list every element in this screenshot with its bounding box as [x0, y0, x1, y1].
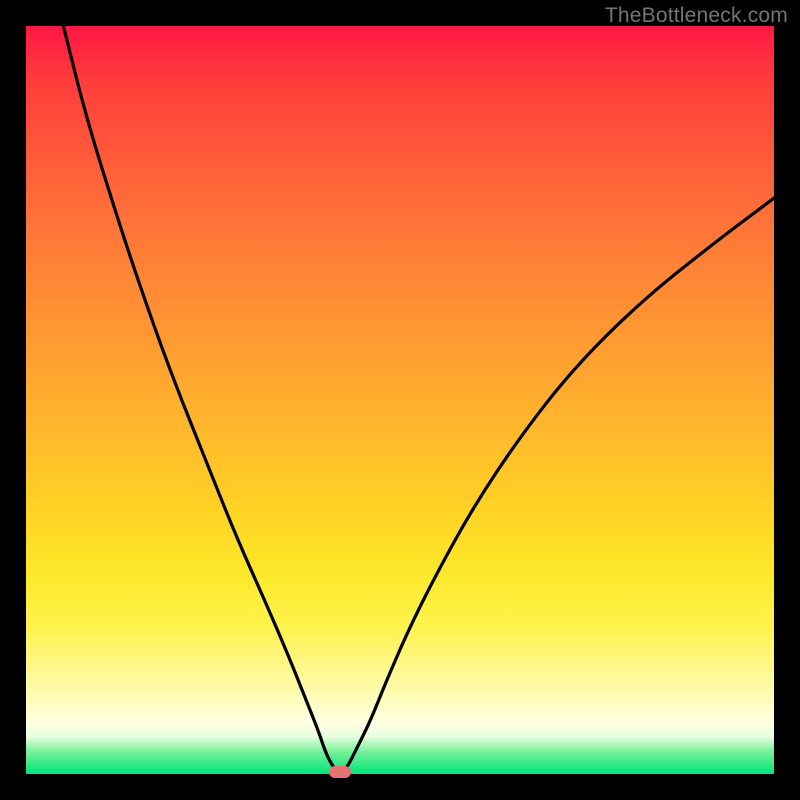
- watermark-text: TheBottleneck.com: [605, 4, 788, 28]
- bottleneck-curve: [26, 26, 774, 774]
- plot-area: [26, 26, 774, 774]
- minimum-marker: [329, 766, 351, 778]
- chart-frame: TheBottleneck.com: [0, 0, 800, 800]
